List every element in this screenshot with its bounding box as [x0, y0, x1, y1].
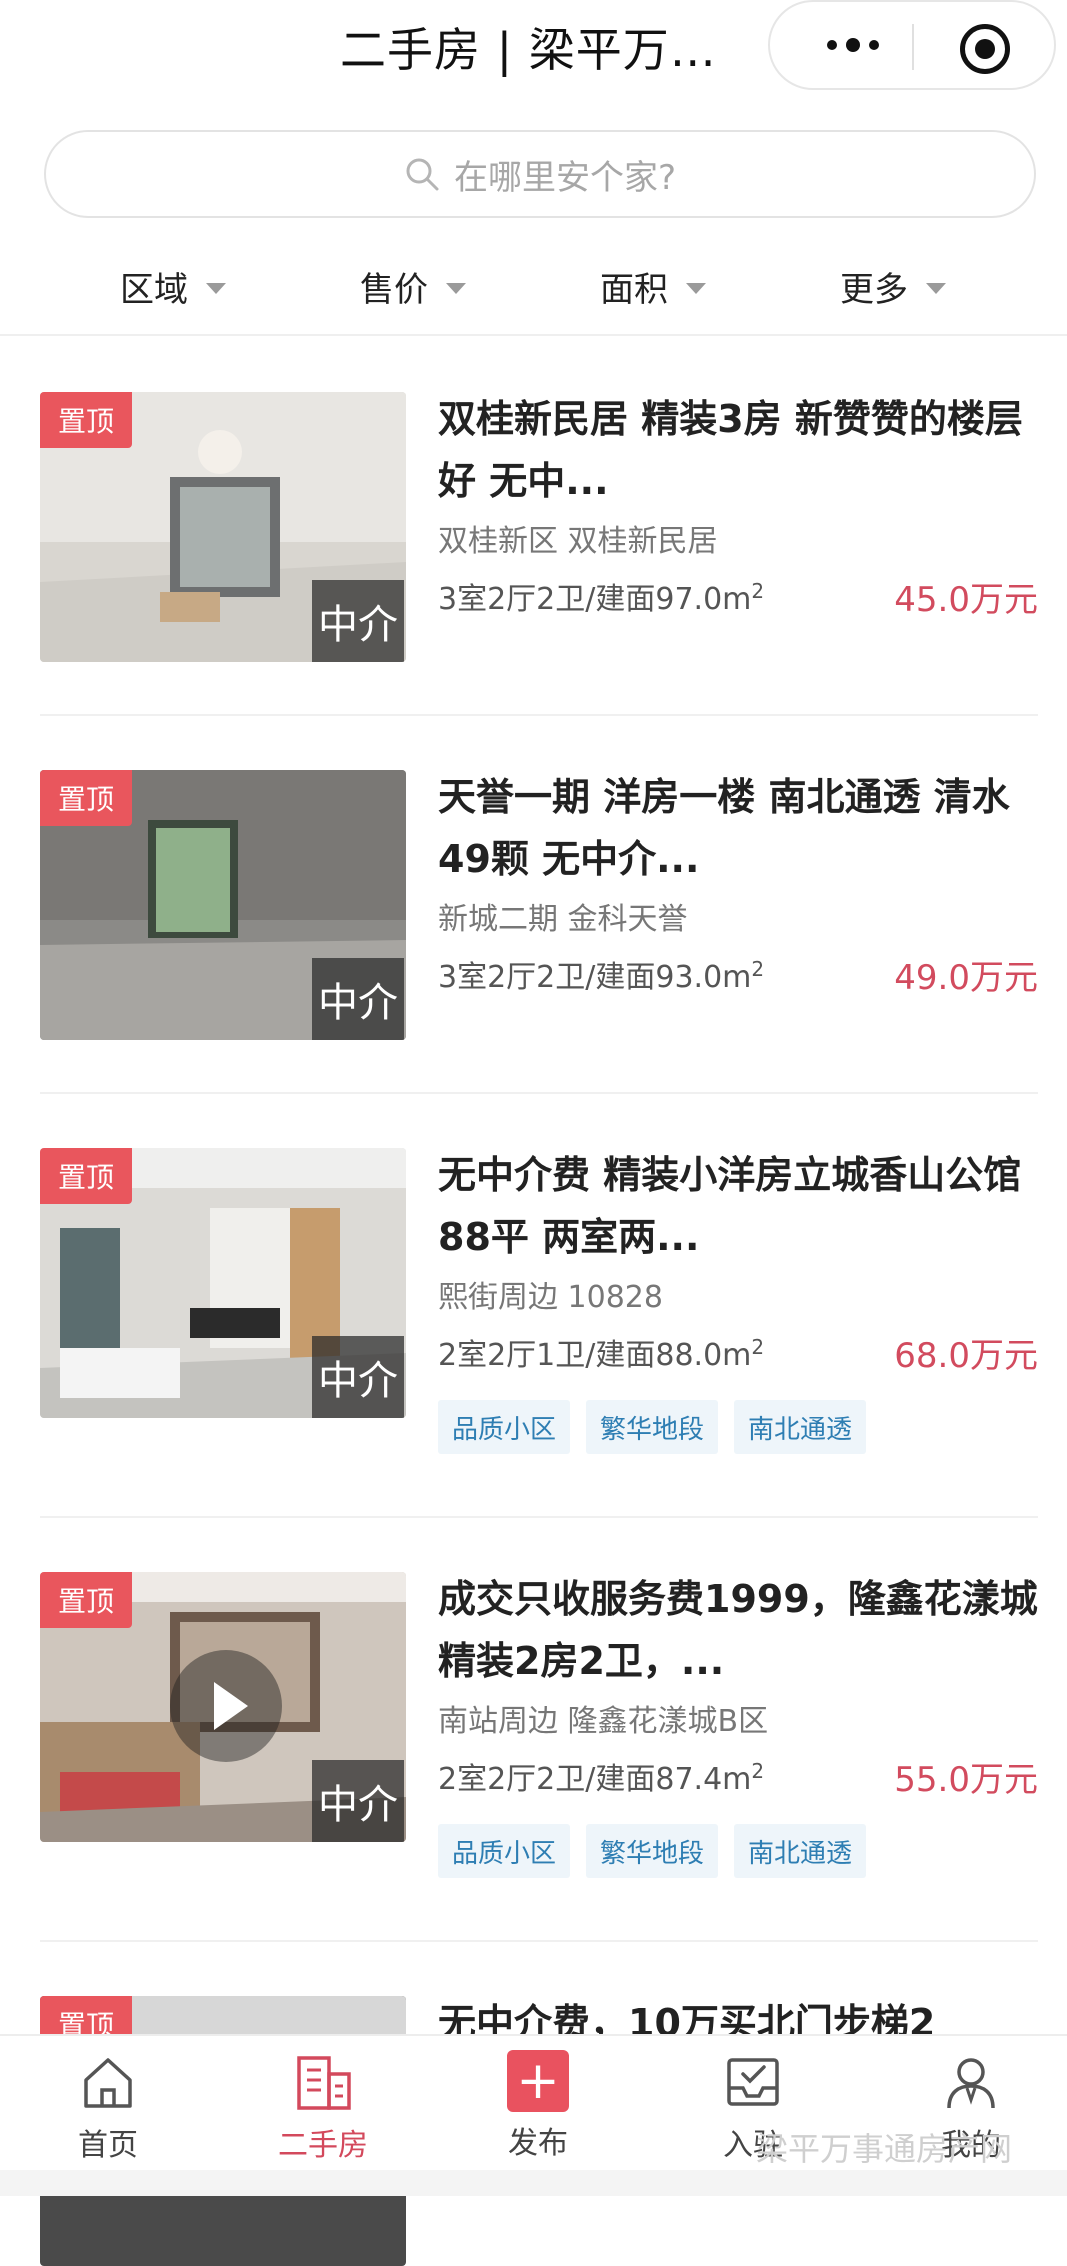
filter-area[interactable]: 区域	[120, 254, 226, 318]
agent-badge: 中介	[312, 1336, 404, 1418]
system-home-bar	[0, 2170, 1067, 2196]
filter-more[interactable]: 更多	[840, 254, 946, 318]
listing-spec: 3室2厅2卫/建面93.0m2	[438, 957, 765, 995]
listing-photo[interactable]: 置顶 中介	[40, 770, 406, 1040]
agent-badge: 中介	[312, 958, 404, 1040]
filter-size[interactable]: 面积	[600, 254, 706, 318]
more-options-icon[interactable]	[808, 20, 898, 70]
listing-community: 双桂新区 双桂新民居	[438, 524, 718, 559]
tag-badge: 南北通透	[734, 1824, 867, 1878]
tag-badge: 繁华地段	[586, 1824, 719, 1878]
chevron-down-icon	[446, 282, 466, 294]
listing-photo[interactable]: 置顶 中介	[40, 392, 406, 662]
listing-price: 49.0万元	[894, 958, 1038, 998]
nav-second-hand-label: 二手房	[278, 2128, 368, 2163]
tag-badge: 繁华地段	[586, 1400, 719, 1454]
listing-community: 熙街周边 10828	[438, 1280, 663, 1315]
listing-price: 68.0万元	[894, 1336, 1038, 1376]
listing-spec: 2室2厅1卫/建面88.0m2	[438, 1335, 765, 1373]
search-icon	[404, 156, 440, 192]
tag-badge: 品质小区	[438, 1400, 571, 1454]
listing-photo[interactable]: 置顶 中介	[40, 1148, 406, 1418]
user-icon	[947, 2058, 995, 2109]
listing-title: 天誉一期 洋房一楼 南北通透 清水49颗 无中介...	[438, 775, 1010, 881]
listing-card[interactable]: 置顶 中介 无中介费 精装小洋房立城香山公馆 88平 两室两... 熙街周边 1…	[40, 1094, 1038, 1518]
listing-card[interactable]: 置顶 中介 成交只收服务费1999，隆鑫花漾城精装2房2卫，... 南站周边 隆…	[40, 1518, 1038, 1942]
nav-home[interactable]: 首页	[33, 2050, 183, 2170]
search-input[interactable]: 在哪里安个家?	[44, 130, 1036, 218]
listing-title: 双桂新民居 精装3房 新赞赞的楼层好 无中...	[438, 397, 1023, 503]
close-mini-program-icon[interactable]	[960, 24, 1010, 74]
listing-tags: 品质小区 繁华地段 南北通透	[438, 1400, 867, 1454]
plus-icon: +	[507, 2050, 569, 2112]
listing-community: 南站周边 隆鑫花漾城B区	[438, 1704, 769, 1739]
agent-badge: 中介	[312, 580, 404, 662]
home-icon	[84, 2058, 132, 2108]
building-icon	[297, 2056, 351, 2110]
filter-price[interactable]: 售价	[360, 254, 466, 318]
nav-second-hand[interactable]: 二手房	[248, 2050, 398, 2170]
mini-program-capsule	[768, 0, 1056, 90]
filter-size-label: 面积	[600, 269, 668, 310]
listing-spec: 3室2厅2卫/建面97.0m2	[438, 579, 765, 617]
tag-badge: 品质小区	[438, 1824, 571, 1878]
listing-spec: 2室2厅2卫/建面87.4m2	[438, 1759, 765, 1797]
filter-area-label: 区域	[120, 269, 188, 310]
top-bar: 二手房 | 梁平万…	[0, 0, 1067, 90]
listing-card[interactable]: 置顶 中介 天誉一期 洋房一楼 南北通透 清水49颗 无中介... 新城二期 金…	[40, 716, 1038, 1094]
nav-publish[interactable]: + 发布	[463, 2050, 613, 2170]
filter-bar: 区域 售价 面积 更多	[0, 240, 1067, 336]
watermark: 梁平万事通房产网	[756, 2130, 1013, 2168]
listing-card[interactable]: 置顶 中介 双桂新民居 精装3房 新赞赞的楼层好 无中... 双桂新区 双桂新民…	[40, 338, 1038, 716]
page-title: 二手房 | 梁平万…	[340, 23, 717, 77]
listing-price: 55.0万元	[894, 1760, 1038, 1800]
listing-photo[interactable]: 置顶 中介	[40, 1572, 406, 1842]
nav-home-label: 首页	[78, 2128, 138, 2163]
agent-badge: 中介	[312, 1760, 404, 1842]
search-placeholder: 在哪里安个家?	[453, 157, 677, 198]
tag-badge: 南北通透	[734, 1400, 867, 1454]
pinned-badge: 置顶	[40, 770, 132, 826]
listing-title: 无中介费 精装小洋房立城香山公馆 88平 两室两...	[438, 1153, 1022, 1259]
pinned-badge: 置顶	[40, 392, 132, 448]
listing-community: 新城二期 金科天誉	[438, 902, 688, 937]
listing-tags: 品质小区 繁华地段 南北通透	[438, 1824, 867, 1878]
inbox-check-icon	[727, 2058, 779, 2106]
pinned-badge: 置顶	[40, 1572, 132, 1628]
listing-price: 45.0万元	[894, 580, 1038, 620]
pinned-badge: 置顶	[40, 1148, 132, 1204]
play-video-icon[interactable]	[170, 1650, 282, 1762]
listing-title: 成交只收服务费1999，隆鑫花漾城精装2房2卫，...	[438, 1577, 1038, 1683]
chevron-down-icon	[686, 282, 706, 294]
nav-publish-label: 发布	[508, 2126, 568, 2161]
capsule-divider	[912, 24, 914, 70]
chevron-down-icon	[206, 282, 226, 294]
filter-more-label: 更多	[840, 269, 908, 310]
chevron-down-icon	[926, 282, 946, 294]
filter-price-label: 售价	[360, 269, 428, 310]
